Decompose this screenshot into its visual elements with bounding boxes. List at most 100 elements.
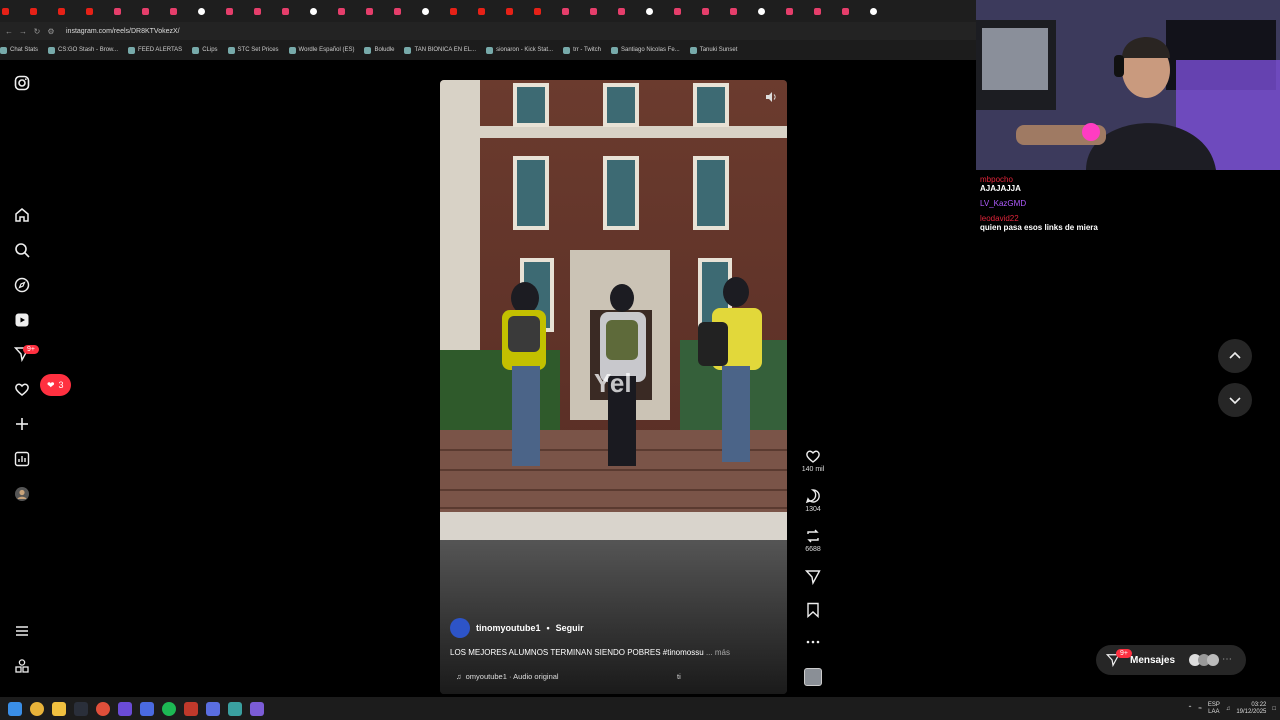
author-avatar[interactable]: [450, 618, 470, 638]
browser-tab[interactable]: [254, 3, 280, 19]
browser-tab[interactable]: [674, 3, 700, 19]
more-options-icon[interactable]: [796, 634, 830, 650]
chrome-icon[interactable]: [30, 701, 44, 716]
profile-avatar[interactable]: [13, 485, 31, 503]
browser-tab[interactable]: [394, 3, 420, 19]
previous-reel-button[interactable]: [1218, 339, 1252, 373]
tray-chevron-icon[interactable]: ⌃: [1188, 705, 1193, 712]
system-tray[interactable]: ⌃ ≈ ESP LAA ♫ 03:22 19/12/2025 □: [1188, 697, 1277, 720]
windows-start-icon[interactable]: [8, 701, 22, 716]
browser-tab[interactable]: [226, 3, 252, 19]
file-explorer-icon[interactable]: [52, 701, 66, 716]
browser-tab[interactable]: [58, 3, 84, 19]
app-icon[interactable]: [228, 701, 242, 716]
explore-icon[interactable]: [13, 276, 31, 294]
browser-tab[interactable]: [450, 3, 476, 19]
chat-username[interactable]: leodavid22: [980, 214, 1278, 223]
bookmark-item[interactable]: Tanuki Sunset: [689, 46, 737, 54]
browser-tab-strip[interactable]: [0, 0, 976, 22]
also-from-meta-icon[interactable]: [13, 657, 31, 675]
comment-action[interactable]: 1304: [796, 488, 830, 513]
repost-icon[interactable]: [805, 528, 821, 544]
save-action[interactable]: [796, 602, 830, 618]
app-icon[interactable]: [184, 701, 198, 716]
bookmark-item[interactable]: Boludle: [364, 46, 394, 54]
clock-date[interactable]: 19/12/2025: [1236, 709, 1266, 715]
notifications-pill[interactable]: ❤ 3: [40, 374, 71, 396]
browser-tab[interactable]: [786, 3, 812, 19]
reload-icon[interactable]: ↻: [32, 27, 42, 36]
opera-icon[interactable]: [96, 701, 110, 716]
browser-tab[interactable]: [506, 3, 532, 19]
browser-tab[interactable]: [870, 3, 896, 19]
chat-username[interactable]: mbpocho: [980, 175, 1278, 184]
audio-thumbnail[interactable]: [796, 668, 830, 686]
messages-button[interactable]: 9+ Mensajes ⋯: [1096, 645, 1246, 675]
menu-icon[interactable]: [13, 622, 31, 640]
bookmark-item[interactable]: Santiago Nicolas Fe...: [610, 46, 680, 54]
reel-video[interactable]: Yel tinomyoutube1 • Seguir LOS MEJORES A…: [440, 80, 787, 694]
steam-icon[interactable]: [74, 701, 88, 716]
forward-icon[interactable]: →: [18, 27, 28, 36]
instagram-logo-icon[interactable]: [13, 74, 31, 92]
chat-username[interactable]: LV_KazGMD: [980, 199, 1278, 208]
notification-center-icon[interactable]: □: [1272, 706, 1276, 712]
browser-tab[interactable]: [170, 3, 196, 19]
bookmark-item[interactable]: CS:GO Stash - Brow...: [48, 46, 118, 54]
browser-tab[interactable]: [310, 3, 336, 19]
browser-tab[interactable]: [702, 3, 728, 19]
share-icon[interactable]: [805, 569, 821, 585]
browser-tab[interactable]: [646, 3, 672, 19]
next-reel-button[interactable]: [1218, 383, 1252, 417]
app-icon[interactable]: [250, 701, 264, 716]
back-icon[interactable]: ←: [4, 27, 14, 36]
site-info-icon[interactable]: ⚙: [46, 27, 56, 36]
bookmark-item[interactable]: trr - Twitch: [563, 46, 601, 54]
comment-icon[interactable]: [805, 488, 821, 504]
bookmark-item[interactable]: TAN BIONICA EN EL...: [404, 46, 476, 54]
share-action[interactable]: [796, 569, 830, 585]
bookmark-icon[interactable]: [805, 602, 821, 618]
clock-time[interactable]: 03:22: [1251, 702, 1266, 708]
search-icon[interactable]: [13, 241, 31, 259]
spotify-icon[interactable]: [162, 701, 176, 716]
browser-tab[interactable]: [534, 3, 560, 19]
volume-icon[interactable]: ♫: [1226, 706, 1231, 712]
sound-icon[interactable]: [765, 90, 777, 108]
bookmark-item[interactable]: STC Set Prices: [227, 46, 279, 54]
like-icon[interactable]: [805, 448, 821, 464]
wifi-icon[interactable]: ≈: [1199, 706, 1202, 712]
author-username[interactable]: tinomyoutube1: [476, 623, 541, 633]
browser-tab[interactable]: [590, 3, 616, 19]
url-text[interactable]: instagram.com/reels/DR8KTVokezX/: [66, 28, 180, 35]
bookmark-item[interactable]: CLips: [192, 46, 218, 54]
repost-action[interactable]: 6688: [796, 528, 830, 553]
browser-tab[interactable]: [198, 3, 224, 19]
browser-tab[interactable]: [758, 3, 784, 19]
browser-tab[interactable]: [366, 3, 392, 19]
browser-tab[interactable]: [86, 3, 112, 19]
browser-tab[interactable]: [730, 3, 756, 19]
bookmark-item[interactable]: Wordle Español (ES): [288, 46, 354, 54]
heart-icon[interactable]: [13, 380, 31, 398]
dashboard-icon[interactable]: [13, 450, 31, 468]
discord-icon[interactable]: [118, 701, 132, 716]
bookmark-item[interactable]: FEED ALERTAS: [128, 46, 182, 54]
reels-icon[interactable]: [13, 311, 31, 329]
caption-more-link[interactable]: ... más: [706, 648, 730, 657]
browser-tab[interactable]: [142, 3, 168, 19]
create-icon[interactable]: [13, 415, 31, 433]
follow-button[interactable]: Seguir: [556, 623, 584, 633]
browser-tab[interactable]: [814, 3, 840, 19]
browser-tab[interactable]: [618, 3, 644, 19]
browser-tab[interactable]: [282, 3, 308, 19]
browser-tab[interactable]: [422, 3, 448, 19]
app-icon[interactable]: [140, 701, 154, 716]
home-icon[interactable]: [13, 206, 31, 224]
address-bar[interactable]: ← → ↻ ⚙ instagram.com/reels/DR8KTVokezX/: [0, 22, 976, 40]
bookmark-item[interactable]: sionaron - Kick Stat...: [486, 46, 553, 54]
browser-tab[interactable]: [842, 3, 868, 19]
browser-tab[interactable]: [478, 3, 504, 19]
browser-tab[interactable]: [114, 3, 140, 19]
app-icon[interactable]: [206, 701, 220, 716]
